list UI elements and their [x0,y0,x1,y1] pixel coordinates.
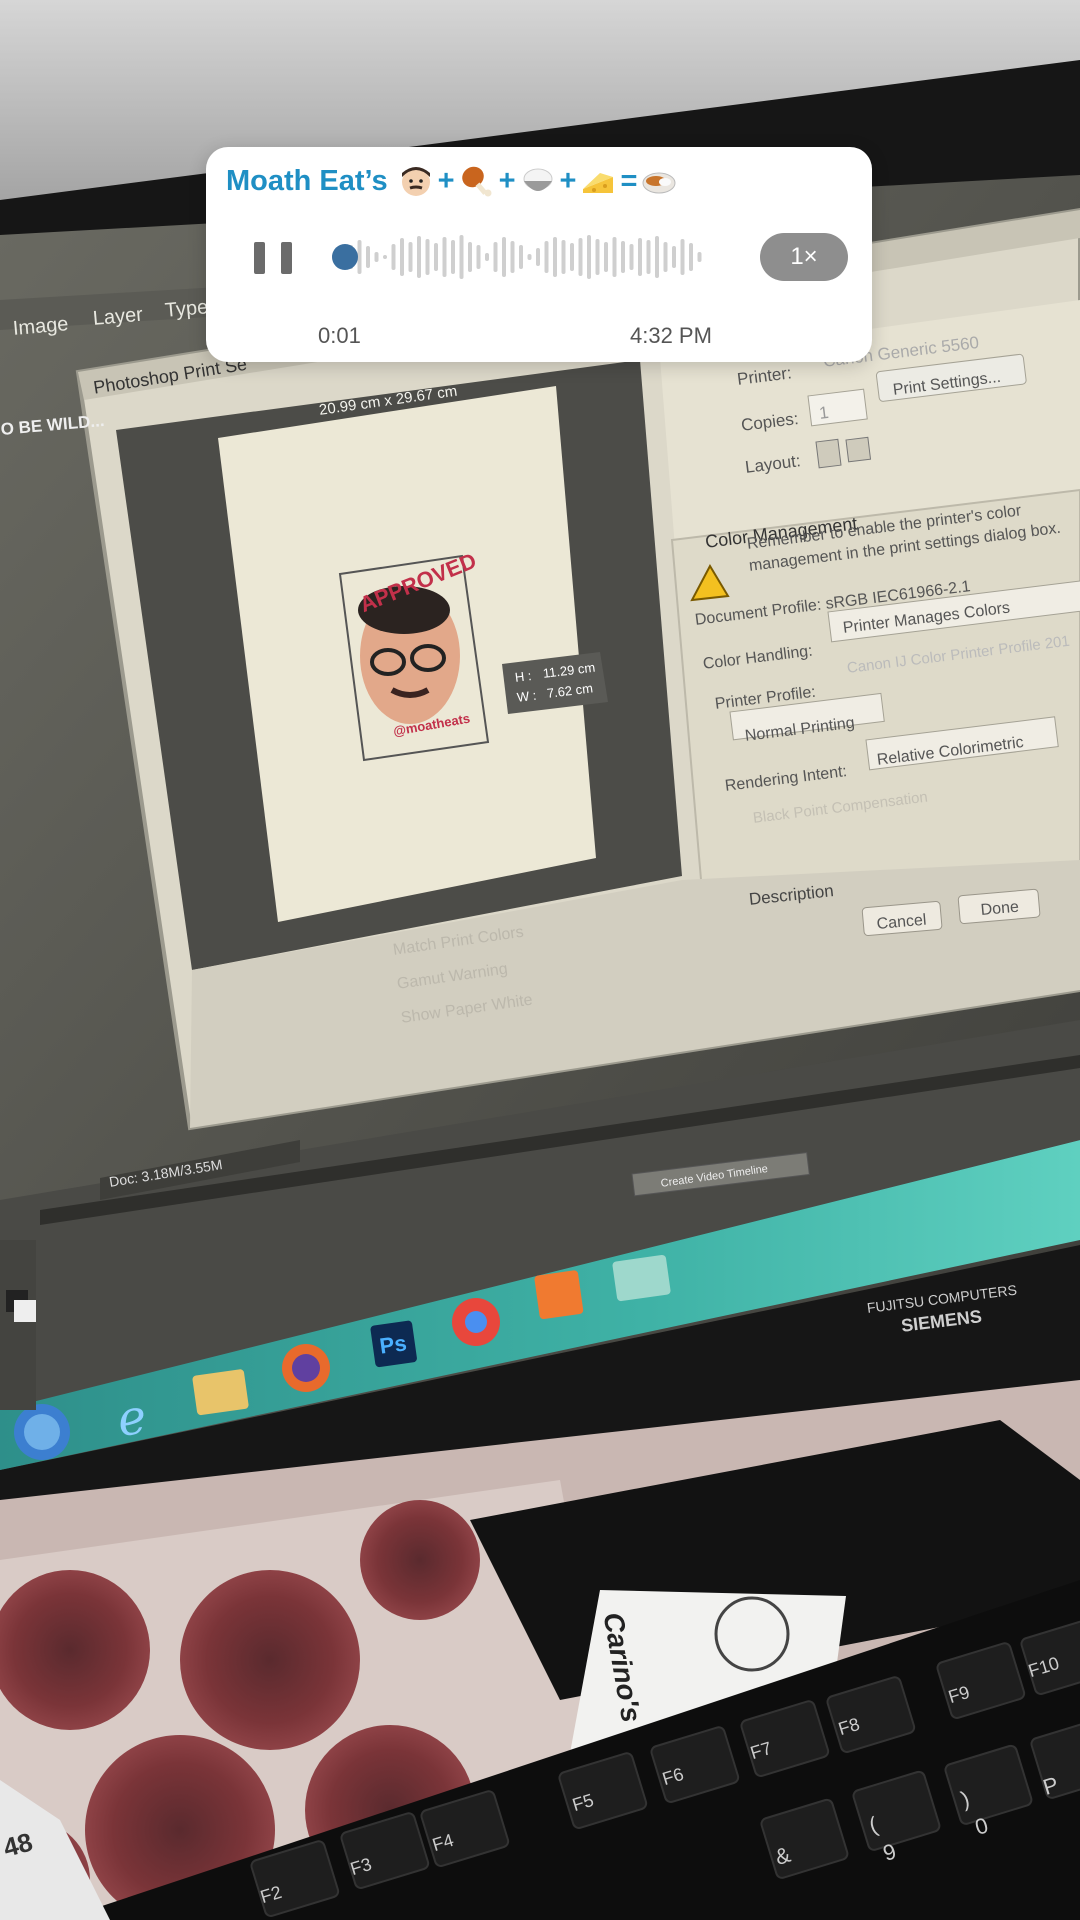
waveform-bar [485,253,489,261]
cheese-icon [583,173,614,193]
message-time: 4:32 PM [630,323,712,348]
waveform-bar [425,239,430,275]
waveform-bar [510,241,515,273]
waveform-bar [442,237,447,277]
emoji-formula: + + + = [398,163,678,199]
poultry-leg-icon [461,166,492,197]
waveform-bar [595,239,600,275]
waveform-bar [408,242,413,272]
waveform-bar [544,241,549,273]
waveform-bar [638,238,642,276]
size-h-label: H : [514,667,533,685]
waveform-bar [519,245,523,269]
waveform-bar [570,243,574,271]
menu-layer: Layer [92,303,144,330]
waveform-bar [383,255,387,259]
formula-operator: + [498,164,516,197]
waveform-bar [672,246,676,268]
waveform-bar [612,237,617,277]
man-face-icon [401,167,430,196]
waveform-bar [357,240,362,274]
pause-bar-left [254,242,265,274]
waveform-bar [604,242,608,272]
waveform-bar [374,252,379,262]
playback-speed-button[interactable]: 1× [760,233,848,281]
done-button[interactable]: Done [980,899,1020,920]
formula-operator: + [437,164,455,197]
waveform-bar [655,236,659,278]
playback-scrubber[interactable] [332,244,358,270]
waveform-bar [536,248,540,266]
waveform-bar [459,235,464,279]
rice-bowl-icon [523,168,553,191]
voice-message-card: Moath Eat’s + + + = 1× 0:01 4:32 PM [206,147,872,362]
curry-rice-icon [642,172,676,194]
waveform-bar [527,254,532,260]
waveform-bar [553,237,557,277]
app-icon-orange [534,1270,584,1320]
pause-bar-right [281,242,292,274]
waveform-bar [391,244,396,270]
waveform-bar [621,241,625,273]
size-w-label: W : [516,687,538,705]
waveform-bar [689,243,693,271]
waveform-bar [468,242,472,272]
waveform-bar [493,242,498,272]
waveform-bar [697,252,702,262]
waveform-bar [417,236,421,278]
elapsed-time: 0:01 [318,323,361,348]
sender-name: Moath Eat’s [226,164,388,197]
waveform-bar [578,238,583,276]
menu-type: Type [164,296,210,322]
waveform-bar [476,245,481,269]
pause-button[interactable] [254,237,292,279]
photoshop-taskbar-label[interactable]: Ps [378,1330,408,1359]
waveform-bar [502,237,506,277]
waveform-bar [400,238,404,276]
waveform-bar [587,235,591,279]
waveform-bar [663,242,668,272]
formula-operator: = [620,164,638,197]
waveform-bar [680,239,685,275]
menu-image: Image [12,313,70,340]
waveform-bar [434,243,438,271]
waveform-bar [451,240,455,274]
waveform-bar [561,240,566,274]
voice-sender[interactable]: Moath Eat’s + + + = [226,157,677,205]
formula-operator: + [559,164,577,197]
waveform-bar [366,246,370,268]
waveform-bar [629,244,634,270]
waveform-bar [646,240,651,274]
